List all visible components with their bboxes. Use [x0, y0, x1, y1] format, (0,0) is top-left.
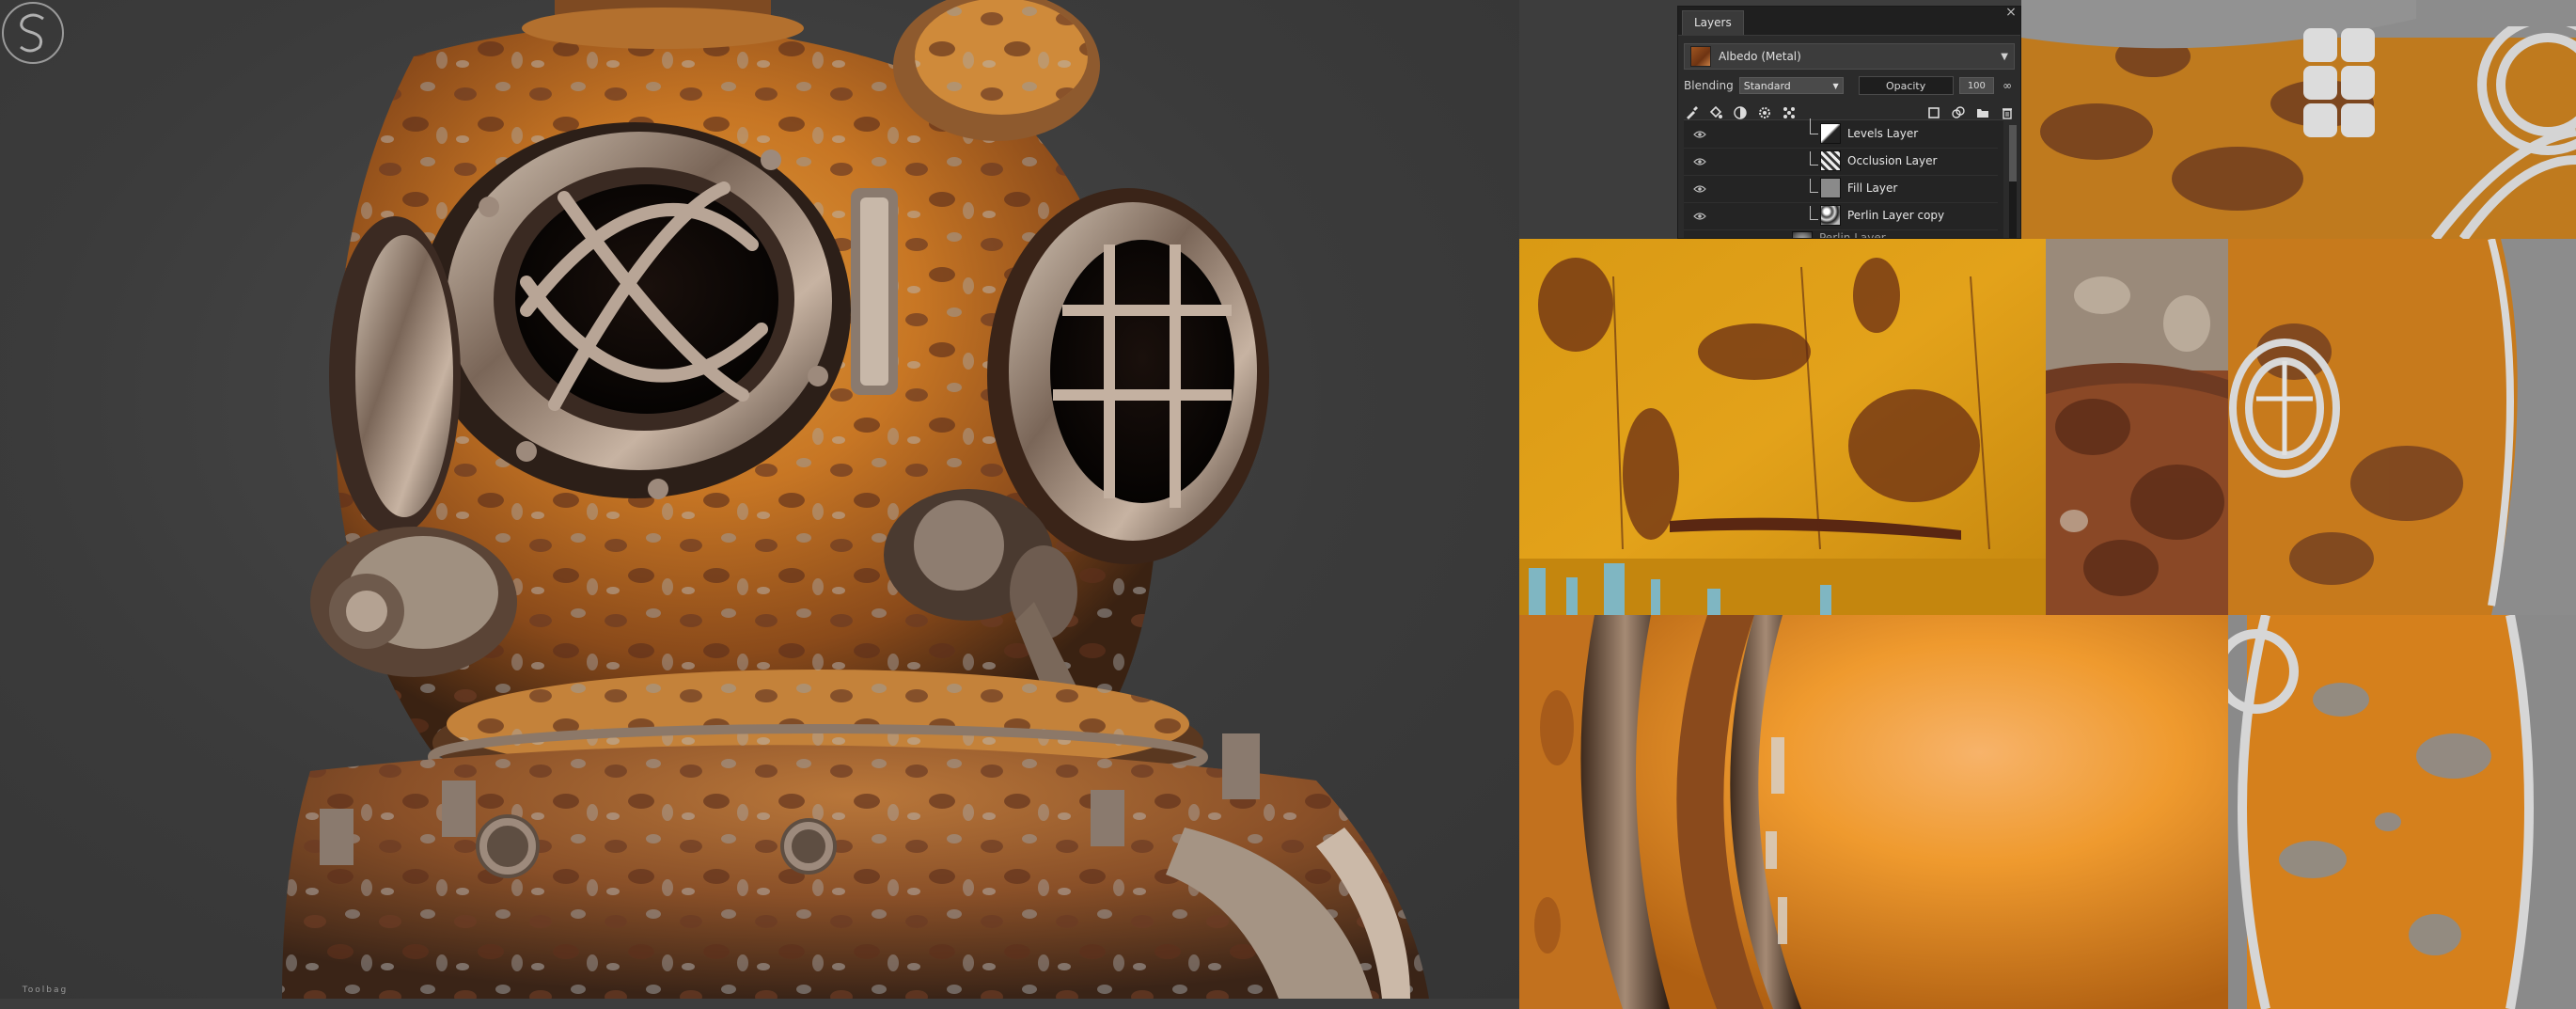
layer-list-scrollbar[interactable]	[2009, 125, 2017, 238]
blending-row: Blending Standard ▼ Opacity 100 ∞	[1684, 75, 2015, 96]
tab-layers[interactable]: Layers	[1682, 10, 1744, 35]
layer-row-levels[interactable]: Levels Layer	[1684, 118, 1998, 149]
layer-name: Perlin Layer	[1819, 231, 1886, 239]
scatter-icon[interactable]	[1782, 105, 1797, 120]
opacity-label: Opacity	[1885, 79, 1926, 92]
duplicate-layer-icon[interactable]	[1951, 105, 1966, 120]
layer-row-occlusion[interactable]: Occlusion Layer	[1684, 148, 1998, 176]
layer-row-perlin-copy[interactable]: Perlin Layer copy	[1684, 202, 1998, 230]
layer-thumbnail-perlin-copy	[1820, 205, 1841, 226]
layer-thumbnail-fill	[1820, 178, 1841, 198]
logo-caption: Toolbag	[22, 985, 69, 995]
layer-thumbnail-occlusion	[1820, 150, 1841, 171]
fill-bucket-icon[interactable]	[1708, 105, 1723, 120]
layer-row-perlin[interactable]: Perlin Layer	[1684, 229, 1998, 239]
layers-tab-bar: Layers	[1678, 7, 2020, 36]
layer-name: Perlin Layer copy	[1847, 209, 1945, 222]
rusty-yellow-metal-photo	[1519, 239, 2046, 615]
diving-helmet-render	[282, 0, 1429, 999]
folder-icon[interactable]	[1975, 105, 1990, 120]
layer-thumbnail-levels	[1820, 123, 1841, 144]
paint-brush-icon[interactable]	[1684, 105, 1699, 120]
uv-texture-tile-middle	[2228, 239, 2576, 615]
visibility-eye-icon[interactable]	[1693, 184, 1706, 194]
visibility-eye-icon[interactable]	[1693, 212, 1706, 221]
uv-texture-tile-top	[2021, 0, 2576, 239]
channel-label: Albedo (Metal)	[1719, 50, 1801, 63]
rough-rust-photo	[2046, 239, 2228, 615]
blending-mode-value: Standard	[1743, 79, 1791, 92]
channel-selector[interactable]: Albedo (Metal) ▼	[1684, 43, 2015, 70]
3d-viewport[interactable]: Toolbag	[0, 0, 1519, 999]
layer-row-fill[interactable]: Fill Layer	[1684, 175, 1998, 203]
layer-name: Occlusion Layer	[1847, 154, 1938, 167]
layer-name: Levels Layer	[1847, 127, 1919, 140]
layer-name: Fill Layer	[1847, 181, 1898, 195]
settings-gear-icon[interactable]	[1757, 105, 1772, 120]
chevron-down-icon: ▼	[1832, 81, 1839, 90]
channel-swatch	[1690, 46, 1711, 67]
tree-connector	[1810, 179, 1818, 193]
tree-connector	[1810, 206, 1818, 220]
adjustment-icon[interactable]	[1733, 105, 1748, 120]
new-layer-icon[interactable]	[1926, 105, 1941, 120]
visibility-eye-icon[interactable]	[1693, 157, 1706, 166]
blending-mode-select[interactable]: Standard ▼	[1738, 77, 1844, 94]
tree-connector	[1810, 151, 1818, 166]
layer-thumbnail-perlin	[1792, 231, 1813, 238]
opacity-slider[interactable]: Opacity	[1858, 76, 1954, 95]
close-icon[interactable]: ×	[2003, 7, 2018, 20]
painted-closeup-render	[1519, 615, 2228, 1009]
link-icon[interactable]: ∞	[2000, 79, 2015, 92]
visibility-eye-icon[interactable]	[1693, 130, 1706, 139]
opacity-value-field[interactable]: 100	[1958, 77, 1995, 94]
blending-label: Blending	[1684, 79, 1734, 92]
layers-panel: Layers × Albedo (Metal) ▼ Blending Stand…	[1677, 6, 2021, 239]
marmoset-toolbag-window: Toolbag Layers × Albedo (Metal) ▼ Blendi…	[0, 0, 2576, 1009]
toolbag-logo-icon	[2, 2, 64, 64]
scrollbar-thumb[interactable]	[2009, 125, 2017, 181]
chevron-down-icon: ▼	[2001, 51, 2008, 62]
trash-icon[interactable]	[2000, 105, 2015, 120]
tree-connector	[1810, 118, 1818, 134]
uv-texture-tile-bottom	[2228, 615, 2576, 1009]
layer-list[interactable]: Levels Layer Occlusion Layer Fill Layer	[1684, 118, 2003, 239]
